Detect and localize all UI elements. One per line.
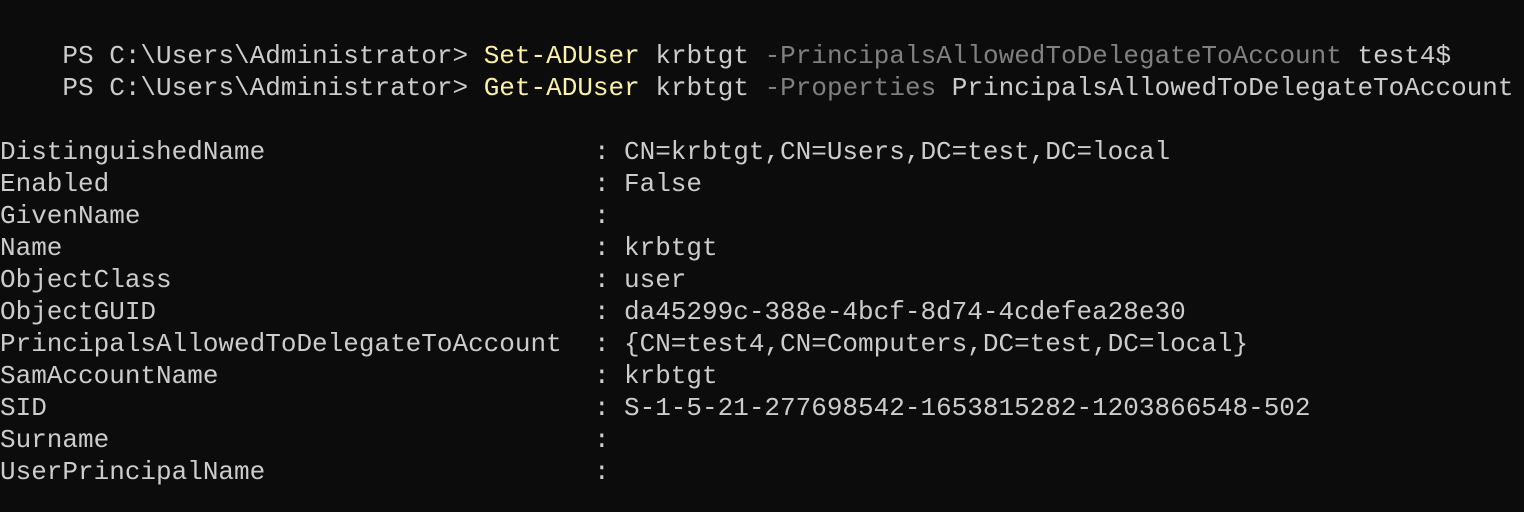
command-parameter: -Properties (764, 73, 937, 103)
property-separator: : (594, 393, 610, 423)
property-separator: : (594, 169, 610, 199)
prompt: PS C:\Users\Administrator> (62, 73, 484, 103)
property-separator: : (594, 457, 610, 487)
command-argument: krbtgt (639, 73, 765, 103)
property-separator: : (594, 137, 610, 167)
output-row-surname: Surname : (0, 424, 1524, 456)
property-value: user (624, 265, 687, 295)
property-value: CN=krbtgt,CN=Users,DC=test,DC=local (624, 137, 1171, 167)
property-value: False (624, 169, 703, 199)
output-row-name: Name : krbtgt (0, 232, 1524, 264)
property-name: DistinguishedName (0, 137, 266, 167)
property-name: Name (0, 233, 63, 263)
command-argument: PrincipalsAllowedToDelegateToAccount (936, 73, 1514, 103)
property-value: krbtgt (624, 233, 718, 263)
property-separator: : (594, 201, 610, 231)
output-row-samaccountname: SamAccountName : krbtgt (0, 360, 1524, 392)
property-separator: : (594, 233, 610, 263)
output-row-givenname: GivenName : (0, 200, 1524, 232)
cmdlet-name: Get-ADUser (483, 73, 640, 103)
property-name: ObjectClass (0, 265, 172, 295)
output-row-objectguid: ObjectGUID : da45299c-388e-4bcf-8d74-4cd… (0, 296, 1524, 328)
property-name: UserPrincipalName (0, 457, 266, 487)
property-name: Enabled (0, 169, 110, 199)
output-row-sid: SID : S-1-5-21-277698542-1653815282-1203… (0, 392, 1524, 424)
property-separator: : (594, 361, 610, 391)
output-row-enabled: Enabled : False (0, 168, 1524, 200)
property-value: {CN=test4,CN=Computers,DC=test,DC=local} (624, 329, 1249, 359)
powershell-console[interactable]: PS C:\Users\Administrator> Set-ADUser kr… (0, 0, 1524, 512)
property-name: SID (0, 393, 47, 423)
property-value: krbtgt (624, 361, 718, 391)
output-row-objectclass: ObjectClass : user (0, 264, 1524, 296)
property-name: SamAccountName (0, 361, 219, 391)
command-line-get-aduser: PS C:\Users\Administrator> Get-ADUser kr… (0, 40, 1524, 103)
output-row-userprincipalname: UserPrincipalName : (0, 456, 1524, 488)
property-separator: : (594, 297, 610, 327)
property-separator: : (594, 265, 610, 295)
property-separator: : (594, 425, 610, 455)
output-row-principalsallowedtodelegatetoaccount: PrincipalsAllowedToDelegateToAccount : {… (0, 328, 1524, 360)
property-name: PrincipalsAllowedToDelegateToAccount (0, 329, 562, 359)
property-name: GivenName (0, 201, 141, 231)
property-value: da45299c-388e-4bcf-8d74-4cdefea28e30 (624, 297, 1186, 327)
property-value: S-1-5-21-277698542-1653815282-1203866548… (624, 393, 1311, 423)
property-name: ObjectGUID (0, 297, 157, 327)
property-name: Surname (0, 425, 110, 455)
output-row-distinguishedname: DistinguishedName : CN=krbtgt,CN=Users,D… (0, 136, 1524, 168)
command-line-set-aduser: PS C:\Users\Administrator> Set-ADUser kr… (0, 8, 1524, 71)
property-separator: : (594, 329, 610, 359)
